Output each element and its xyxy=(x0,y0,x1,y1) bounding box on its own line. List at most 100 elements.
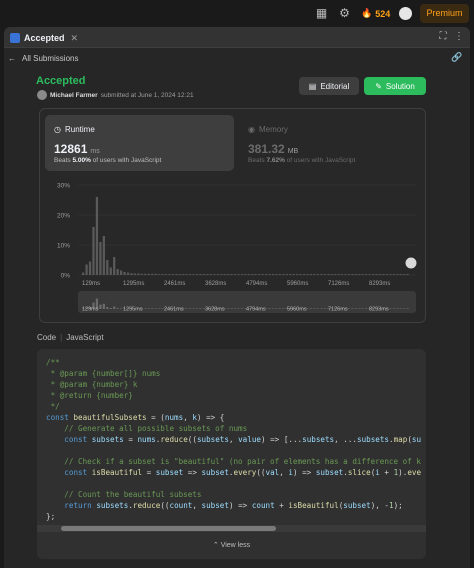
user-avatar[interactable] xyxy=(399,7,412,20)
histogram-bar xyxy=(109,267,112,275)
histogram-bar xyxy=(116,269,119,275)
x-tick-label: 7126ms xyxy=(328,281,349,287)
view-less-button[interactable]: ⌃ View less xyxy=(37,541,426,549)
editorial-button[interactable]: ▤ Editorial xyxy=(299,77,359,95)
overview-tick-label: 1295ms xyxy=(123,307,143,313)
histogram-bar xyxy=(289,274,292,275)
histogram-bar xyxy=(278,274,282,275)
streak-counter[interactable]: 🔥 524 xyxy=(361,6,390,21)
overview-bar xyxy=(320,308,323,309)
maximize-icon[interactable]: ⛶ xyxy=(437,31,449,43)
layout-icon[interactable]: ▦ xyxy=(315,7,328,20)
overview-bar xyxy=(189,308,192,309)
y-tick-label: 20% xyxy=(57,213,70,220)
histogram-bar xyxy=(144,273,147,275)
histogram-bar xyxy=(164,274,168,275)
code-viewer[interactable]: /** * @param {number[]} nums * @param {n… xyxy=(37,349,426,559)
histogram-bar xyxy=(330,274,333,275)
share-link-icon[interactable]: 🔗 xyxy=(451,52,462,63)
histogram-bar xyxy=(154,273,157,275)
histogram-bar xyxy=(254,274,257,275)
histogram-bar xyxy=(285,274,288,275)
scrollbar-thumb[interactable] xyxy=(61,526,276,531)
x-tick-label: 4794ms xyxy=(246,281,267,287)
overview-bar xyxy=(403,308,406,309)
histogram-bar xyxy=(327,274,330,275)
histogram-bar xyxy=(199,274,202,275)
runtime-beats-prefix: Beats xyxy=(54,157,71,164)
solution-button[interactable]: ✎ Solution xyxy=(364,77,426,95)
overview-bar xyxy=(268,308,271,309)
tab-title: Accepted xyxy=(24,33,65,43)
histogram-bar xyxy=(161,274,164,275)
histogram-bar xyxy=(151,273,154,275)
histogram-bar xyxy=(365,274,368,275)
x-tick-label: 129ms xyxy=(82,281,100,287)
overview-bar xyxy=(237,308,240,309)
code-language: JavaScript xyxy=(66,333,104,342)
overview-bar xyxy=(199,308,202,309)
histogram-bar xyxy=(299,274,302,275)
overview-bar xyxy=(192,308,195,309)
histogram-bar xyxy=(247,274,250,275)
author-name[interactable]: Michael Farmer xyxy=(50,92,98,99)
overview-bar xyxy=(392,308,395,309)
runtime-beats-pct: 5.00% xyxy=(72,157,91,164)
overview-bar xyxy=(157,308,161,309)
histogram-bar xyxy=(340,274,344,275)
overview-bar xyxy=(233,308,237,309)
histogram-bar xyxy=(344,274,347,275)
code-block[interactable]: /** * @param {number[]} nums * @param {n… xyxy=(46,357,421,522)
histogram-bar xyxy=(351,274,354,275)
histogram-bar xyxy=(202,274,206,275)
histogram-bar xyxy=(389,274,392,275)
back-to-submissions[interactable]: ← All Submissions xyxy=(8,51,78,65)
fire-icon: 🔥 xyxy=(361,8,373,18)
overview-bar xyxy=(119,308,123,309)
close-icon[interactable]: ✕ xyxy=(71,33,79,44)
histogram-bar xyxy=(195,274,199,275)
tab-accepted[interactable]: Accepted ✕ xyxy=(10,31,78,45)
horizontal-scrollbar[interactable] xyxy=(37,525,426,532)
memory-beats: Beats 7.62% of users with JavaScript xyxy=(248,157,355,164)
premium-button[interactable]: Premium xyxy=(420,4,469,23)
histogram-bar xyxy=(316,274,320,275)
histogram-bar xyxy=(396,274,399,275)
overview-bar xyxy=(282,308,285,309)
histogram-bar xyxy=(168,274,171,275)
runtime-number: 12861 xyxy=(54,142,88,156)
histogram-bar xyxy=(244,274,247,275)
histogram-bar xyxy=(126,272,130,275)
overview-bar xyxy=(109,308,112,309)
view-less-label: View less xyxy=(220,542,251,549)
editorial-label: Editorial xyxy=(320,81,350,91)
histogram-bar xyxy=(309,274,313,275)
performance-card: ◷ Runtime 12861 ms Beats 5.00% of users w… xyxy=(39,108,426,323)
overview-bar xyxy=(116,308,119,309)
more-icon[interactable]: ⋮ xyxy=(453,31,465,43)
edit-icon: ✎ xyxy=(375,81,382,91)
memory-beats-pct: 7.62% xyxy=(266,157,285,164)
memory-unit: MB xyxy=(287,148,299,155)
tab-bar: Accepted ✕ ⛶ ⋮ xyxy=(4,27,470,48)
runtime-label: Runtime xyxy=(64,125,95,134)
overview-bar xyxy=(347,308,351,309)
runtime-box[interactable]: ◷ Runtime 12861 ms Beats 5.00% of users w… xyxy=(45,115,234,171)
runtime-beats: Beats 5.00% of users with JavaScript xyxy=(54,157,161,164)
separator: | xyxy=(60,333,63,342)
y-tick-label: 30% xyxy=(57,183,70,190)
memory-box[interactable]: ◉ Memory 381.32 MB Beats 7.62% of users w… xyxy=(239,115,421,171)
histogram-bar xyxy=(406,274,409,275)
overview-tick-label: 2461ms xyxy=(164,307,184,313)
runtime-distribution-chart[interactable]: 30% 20% 10% 0% 129ms 1295ms 2461ms 3628ms 4794ms… xyxy=(44,175,423,320)
overview-bar xyxy=(389,308,392,309)
solution-label: Solution xyxy=(385,81,415,91)
histogram-bar xyxy=(227,274,230,275)
histogram-bar xyxy=(182,274,185,275)
chevron-up-icon: ⌃ xyxy=(212,542,219,549)
runtime-beats-suffix: of users with JavaScript xyxy=(92,157,162,164)
overview-tick-label: 7126ms xyxy=(328,307,348,313)
gear-icon[interactable]: ⚙ xyxy=(338,7,351,20)
overview-bar xyxy=(185,308,188,309)
memory-beats-prefix: Beats xyxy=(248,157,265,164)
